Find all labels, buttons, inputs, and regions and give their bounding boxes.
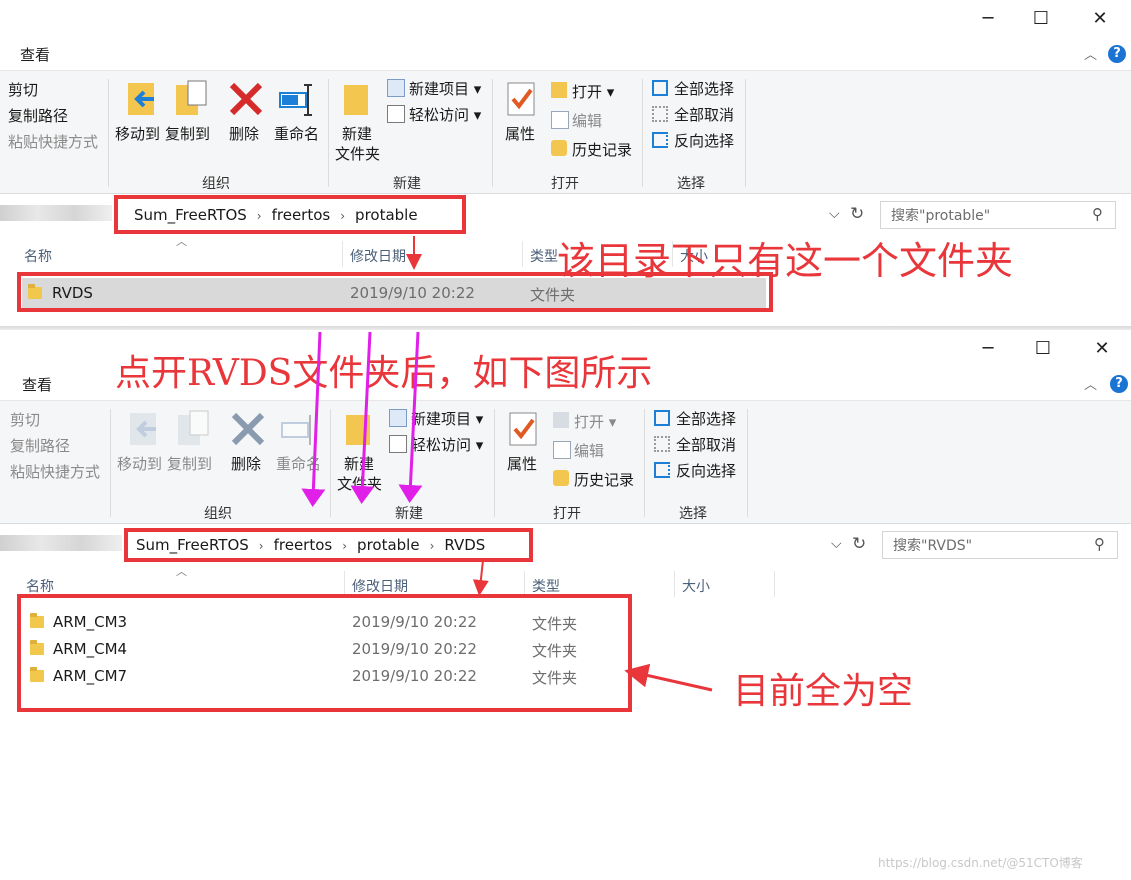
magenta-arrow-1 <box>301 331 326 507</box>
annotation-arrows <box>301 236 713 692</box>
red-arrow-2 <box>472 559 489 596</box>
magenta-arrow-2 <box>350 331 375 504</box>
magenta-arrow-3 <box>398 331 423 503</box>
watermark: https://blog.csdn.net/@51CTO博客 <box>878 856 1083 870</box>
red-arrow-3 <box>624 663 713 692</box>
